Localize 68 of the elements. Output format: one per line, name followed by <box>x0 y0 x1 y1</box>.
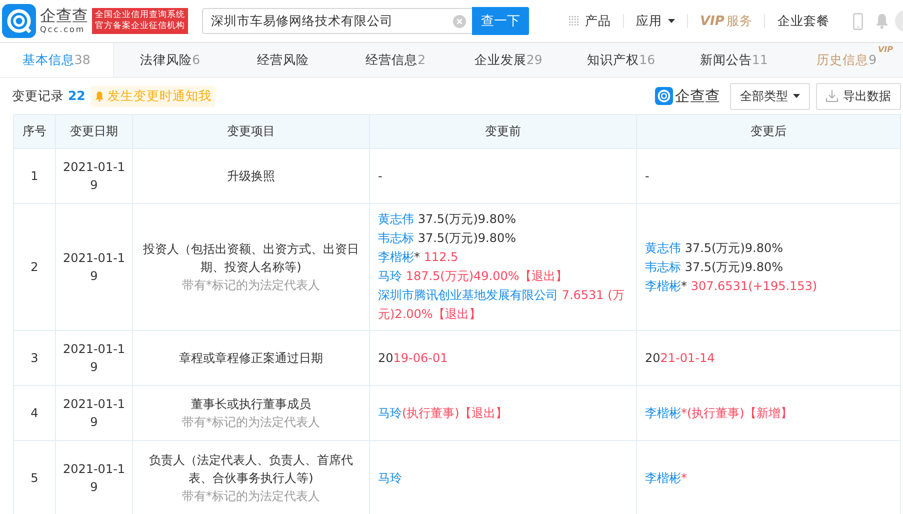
logo-icon <box>2 4 36 38</box>
section-tab[interactable]: 基本信息38 <box>0 43 114 77</box>
clear-icon[interactable] <box>453 14 466 28</box>
table-cell: 2021-01-19 <box>62 342 126 374</box>
table-cell-text: 升级换照 <box>226 168 276 185</box>
change-entry: 马玲 <box>378 470 403 486</box>
column-header: 变更前 <box>485 124 521 138</box>
table-cell: 3 <box>30 351 38 365</box>
change-entry: - <box>378 168 384 184</box>
section-tab[interactable]: 经营风险 <box>226 43 340 77</box>
table-note: 带有*标记的为法定代表人 <box>181 488 321 505</box>
products-menu[interactable]: 产品 <box>557 12 623 30</box>
section-tab[interactable]: 新闻公告11 <box>678 43 790 77</box>
section-tab[interactable]: 知识产权16 <box>564 43 678 77</box>
logo-name: 企查查 <box>40 8 88 24</box>
caret-icon <box>793 94 800 98</box>
type-filter-dropdown[interactable]: 全部类型 <box>730 82 810 110</box>
change-entry: 深圳市腾讯创业基地发展有限公司 7.6531 (万元)2.00%【退出】 <box>378 287 626 323</box>
download-icon <box>826 90 838 102</box>
section-title: 变更记录 22 <box>12 88 86 104</box>
table-cell-text: 章程或章程修正案通过日期 <box>178 350 324 367</box>
table-note: 带有*标记的为法定代表人 <box>181 277 321 294</box>
brand-name: 企查查 <box>675 86 720 106</box>
change-entry: - <box>645 168 650 184</box>
change-entry: 黄志伟 37.5(万元)9.80% <box>645 240 784 256</box>
table-cell: 5 <box>30 471 38 485</box>
change-entry: 李楷彬* <box>645 470 688 486</box>
table-cell: 4 <box>30 406 38 420</box>
table-cell-text: 负责人（法定代表人、负责人、首席代表、合伙事务执行人等) <box>148 452 354 487</box>
change-entry: 李楷彬* 112.5 <box>378 249 460 266</box>
caret-icon <box>668 19 675 23</box>
table-cell-text: 投资人（包括出资额、出资方式、出资日期、投资人名称等) <box>142 241 360 276</box>
section-tab[interactable]: 法律风险6 <box>114 43 226 77</box>
table-cell: 2 <box>30 260 38 274</box>
logo-domain: Qcc.com <box>40 26 86 34</box>
certification-badge: 全国企业信用查询系统 官方备案企业征信机构 <box>92 8 188 34</box>
section-tab[interactable]: 企业发展29 <box>452 43 565 77</box>
change-entry: 2019-06-01 <box>378 350 449 366</box>
column-header: 变更日期 <box>70 124 118 138</box>
table-cell: 2021-01-19 <box>62 160 126 192</box>
change-entry: 黄志伟 37.5(万元)9.80% <box>378 211 518 228</box>
change-entry: 韦志标 37.5(万元)9.80% <box>645 258 784 276</box>
table-cell: 2021-01-19 <box>62 397 126 429</box>
search-field[interactable]: 深圳市车易修网络技术有限公司 <box>202 8 472 34</box>
grid-icon <box>569 16 579 26</box>
change-entry: 韦志标 37.5(万元)9.80% <box>378 230 518 247</box>
column-header: 序号 <box>22 124 46 138</box>
export-button[interactable]: 导出数据 <box>816 82 901 110</box>
section-tab[interactable]: 经营信息2 <box>339 43 452 77</box>
logo-icon <box>655 87 673 105</box>
column-header: 变更后 <box>750 124 786 138</box>
change-entry: 2021-01-14 <box>645 350 716 366</box>
bell-icon[interactable] <box>875 13 890 29</box>
change-entry: 马玲 187.5(万元)49.00%【退出】 <box>378 268 568 285</box>
change-entry: 马玲(执行董事)【退出】 <box>378 404 508 422</box>
enterprise-plan-link[interactable]: 企业套餐 <box>765 12 842 30</box>
change-entry: 李楷彬* 307.6531(+195.153) <box>645 278 818 294</box>
change-entry: 李楷彬*(执行董事)【新增】 <box>645 404 794 422</box>
apps-menu[interactable]: 应用 <box>624 12 687 30</box>
table-cell: 2021-01-19 <box>62 462 126 494</box>
table-cell: 2021-01-19 <box>62 251 126 283</box>
phone-icon[interactable] <box>853 12 864 30</box>
table-note: 带有*标记的为法定代表人 <box>181 414 321 431</box>
table-cell-text: 董事长或执行董事成员 <box>190 396 312 413</box>
search-button[interactable]: 查一下 <box>472 7 529 35</box>
column-header: 变更项目 <box>227 124 275 138</box>
bell-icon <box>95 90 104 102</box>
table-cell: 1 <box>30 169 38 183</box>
